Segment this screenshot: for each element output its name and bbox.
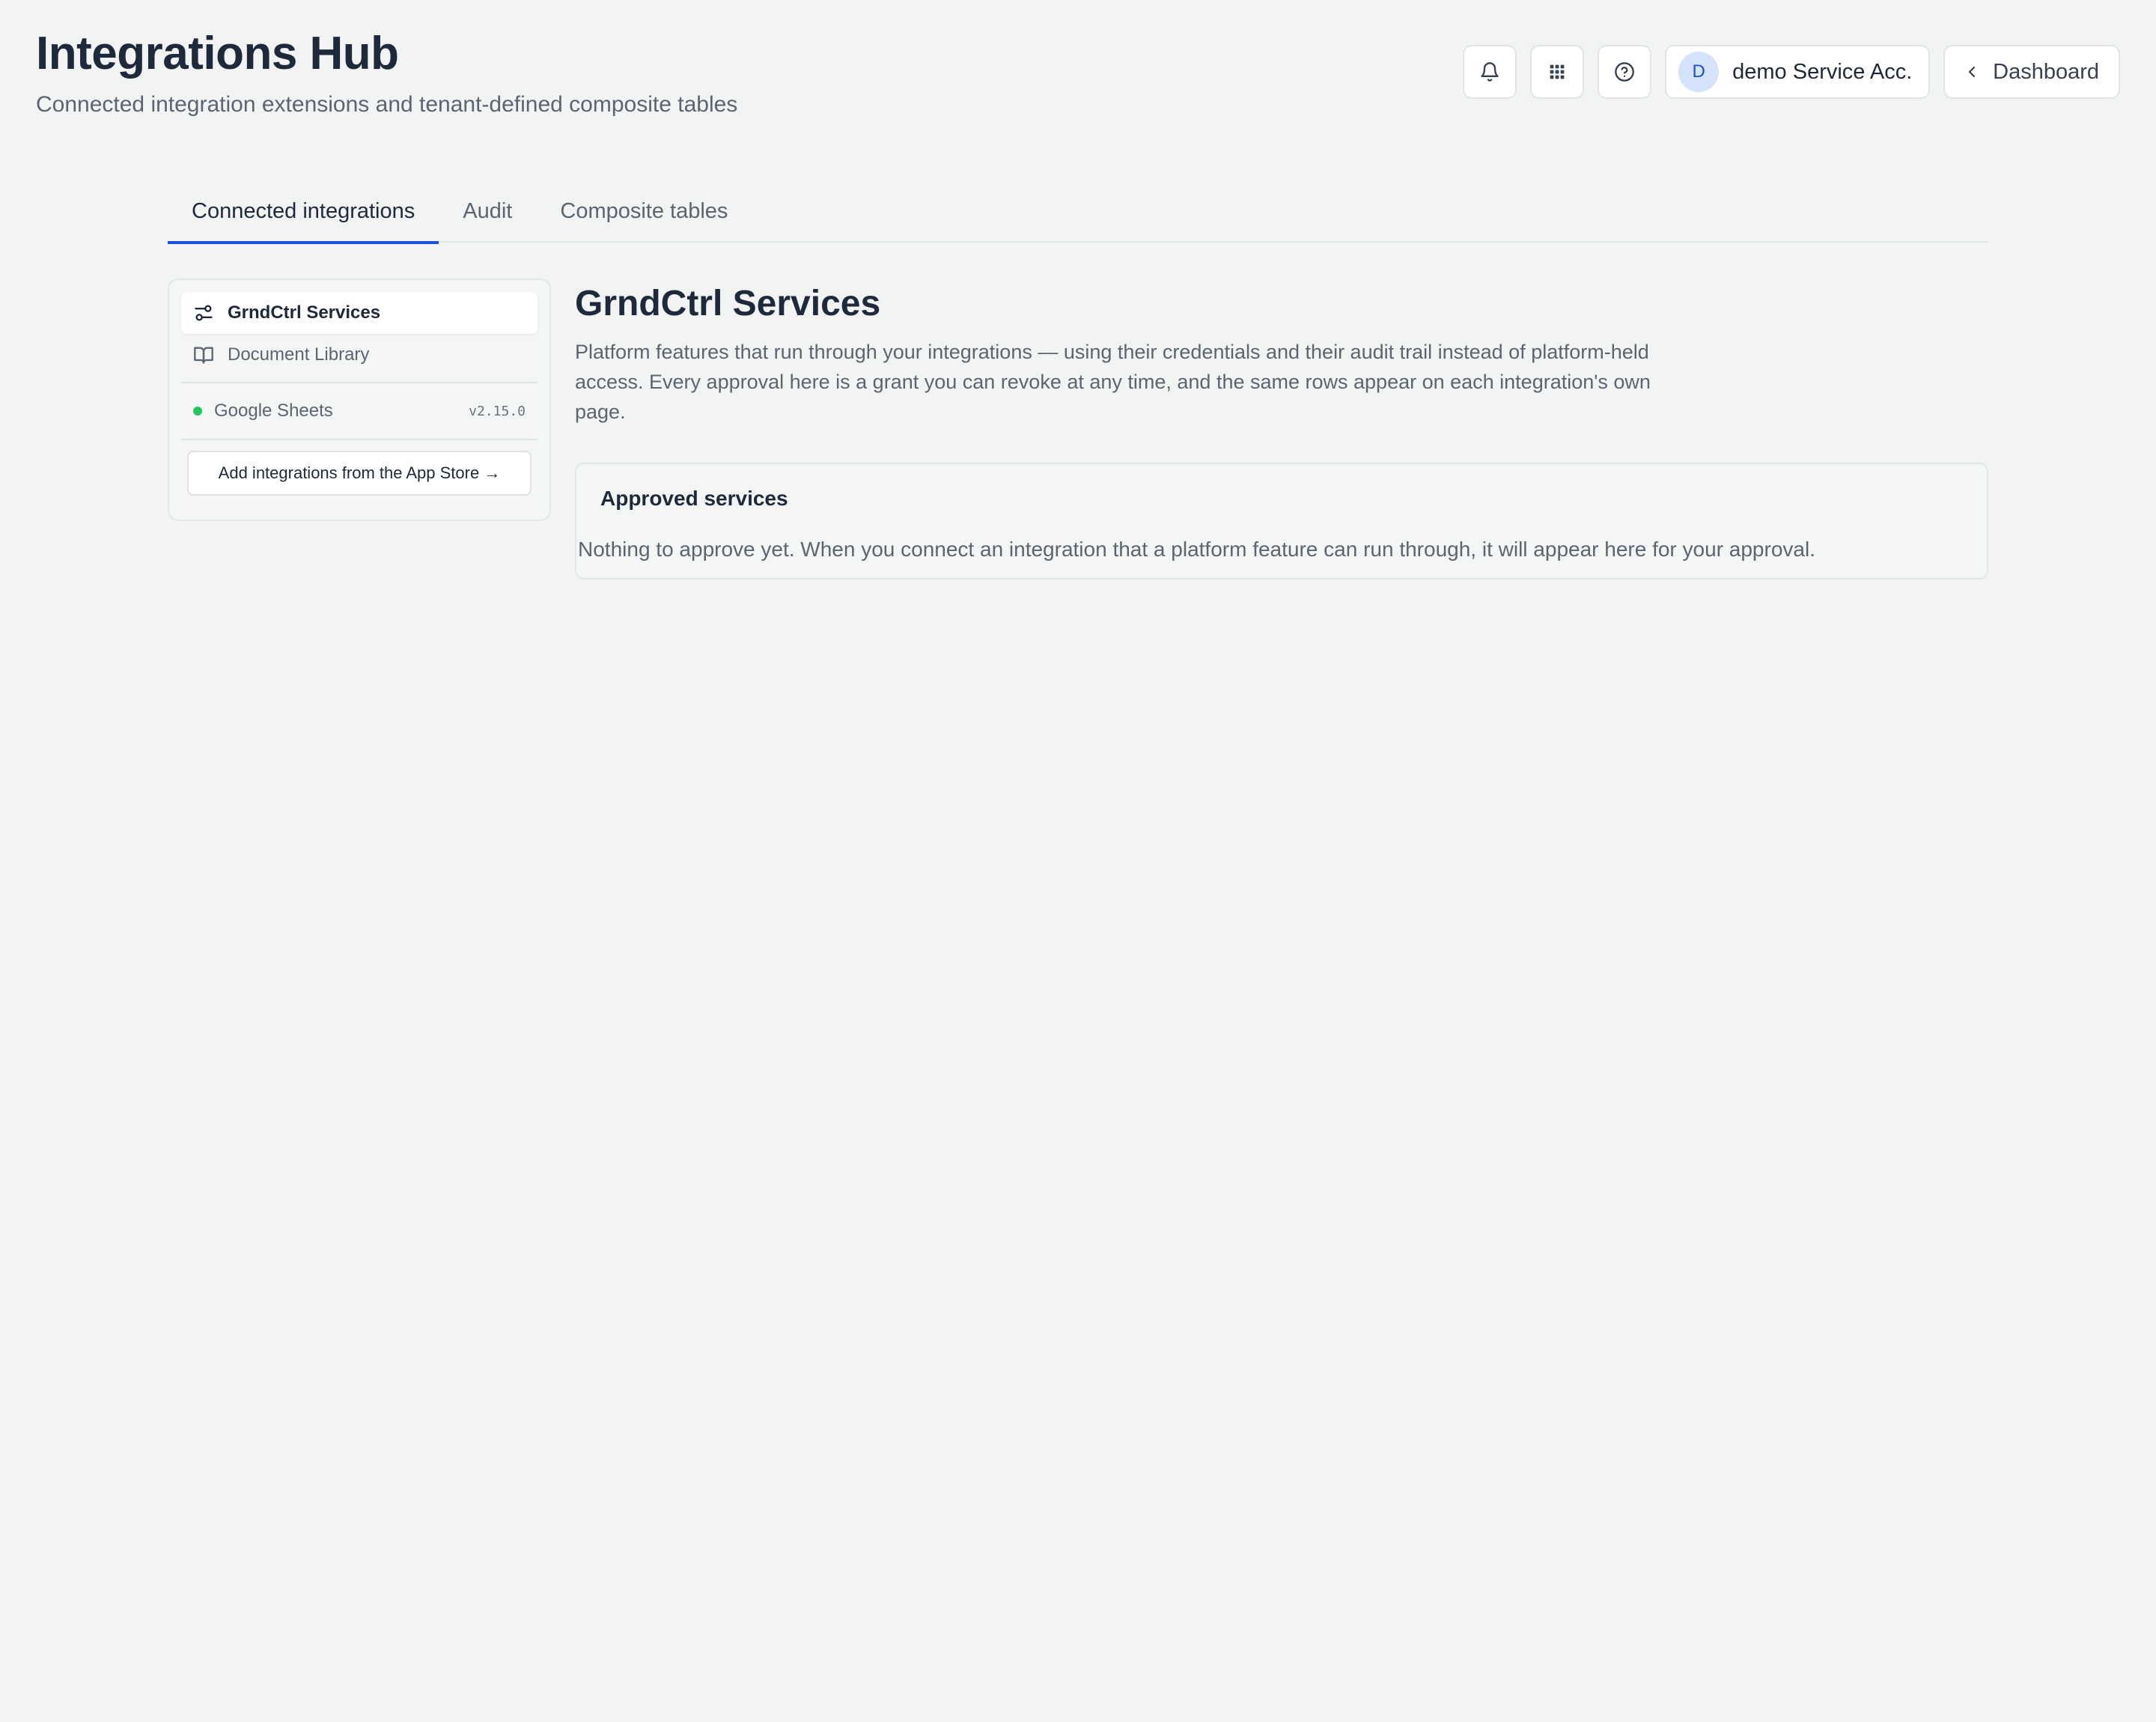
help-circle-icon <box>1615 62 1634 82</box>
integration-name: Google Sheets <box>214 401 333 421</box>
sidebar-item-grndctrl-services[interactable]: GrndCtrl Services <box>181 292 538 334</box>
chevron-left-icon <box>1969 66 1976 78</box>
page-title: Integrations Hub <box>36 28 399 79</box>
section-title: GrndCtrl Services <box>575 284 881 323</box>
tab-bar: Connected integrations Audit Composite t… <box>168 187 1988 244</box>
sidebar-divider <box>181 382 538 383</box>
integration-version: v2.15.0 <box>469 403 526 419</box>
notifications-button[interactable] <box>1463 45 1517 99</box>
grid-icon <box>1550 64 1565 79</box>
approved-services-panel: Approved services Nothing to approve yet… <box>575 463 1988 579</box>
tab-composite-tables[interactable]: Composite tables <box>536 187 752 243</box>
sidebar-divider <box>181 439 538 440</box>
bell-icon <box>1481 62 1499 82</box>
sidebar: GrndCtrl Services Document Library Googl… <box>168 279 551 521</box>
tab-audit[interactable]: Audit <box>439 187 536 243</box>
top-actions: D demo Service Acc... Dashboard <box>1463 45 2120 99</box>
sliders-icon <box>195 305 213 321</box>
book-icon <box>194 347 213 364</box>
account-button[interactable]: D demo Service Acc... <box>1665 45 1931 99</box>
sidebar-item-label: Document Library <box>228 344 370 365</box>
tab-connected-integrations[interactable]: Connected integrations <box>168 187 439 244</box>
account-name: demo Service Acc... <box>1732 59 1911 84</box>
help-button[interactable] <box>1598 45 1652 99</box>
status-dot <box>193 407 202 416</box>
integration-google-sheets[interactable]: Google Sheets v2.15.0 <box>181 389 538 433</box>
dashboard-label: Dashboard <box>1993 59 2099 84</box>
avatar: D <box>1678 52 1720 92</box>
approved-services-title: Approved services <box>600 487 788 510</box>
apps-button[interactable] <box>1530 45 1585 99</box>
section-description: Platform features that run through your … <box>575 341 1651 423</box>
sidebar-item-label: GrndCtrl Services <box>228 302 381 323</box>
page-header: Integrations Hub Connected integration e… <box>36 27 737 118</box>
add-integrations-button[interactable]: Add integrations from the App Store → <box>187 451 532 496</box>
main-content: GrndCtrl Services Platform features that… <box>575 279 1988 579</box>
dashboard-button[interactable]: Dashboard <box>1943 45 2120 99</box>
approved-services-empty: Nothing to approve yet. When you connect… <box>578 538 1815 561</box>
sidebar-item-document-library[interactable]: Document Library <box>181 334 538 376</box>
page-subtitle: Connected integration extensions and ten… <box>36 92 738 117</box>
